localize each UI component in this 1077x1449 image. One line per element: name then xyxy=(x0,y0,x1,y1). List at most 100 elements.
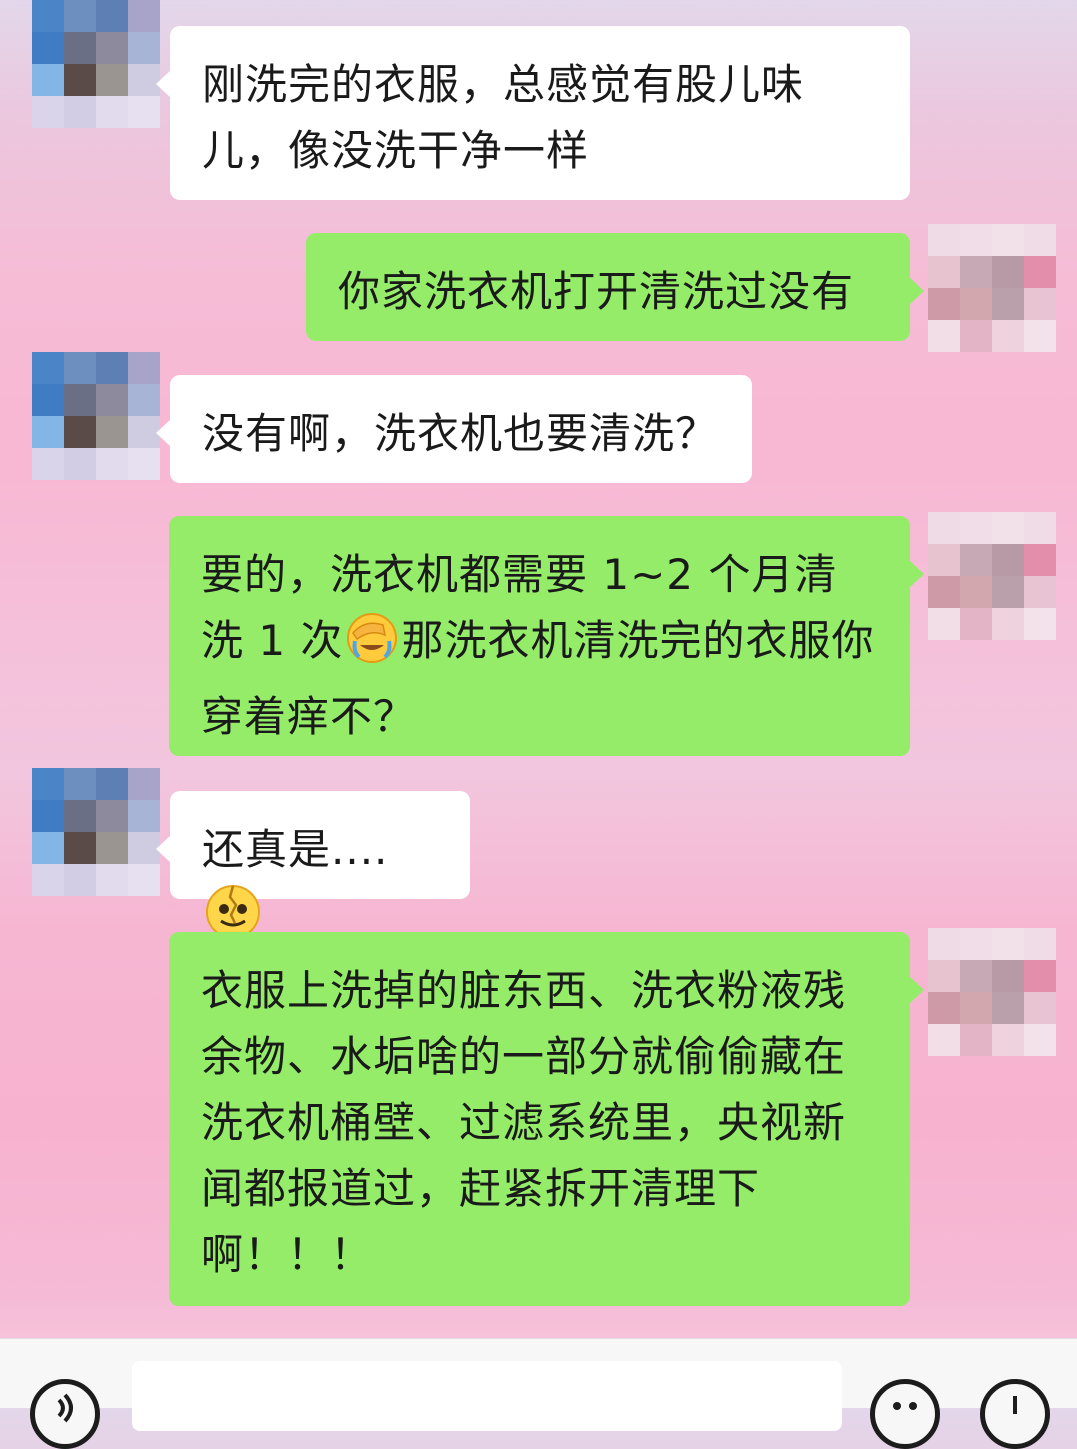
avatar-pixel xyxy=(128,96,160,128)
avatar-pixel xyxy=(928,544,960,576)
avatar-pixel xyxy=(32,32,64,64)
avatar-pixel xyxy=(96,0,128,32)
avatar-pixel xyxy=(1024,960,1056,992)
avatar-pixel xyxy=(64,96,96,128)
avatar-pixel xyxy=(64,864,96,896)
avatar-pixel xyxy=(928,576,960,608)
avatar-pixel xyxy=(928,320,960,352)
avatar-pixel xyxy=(96,800,128,832)
smiley-icon[interactable] xyxy=(870,1379,940,1449)
avatar-pixel xyxy=(1024,544,1056,576)
avatar-pixel xyxy=(96,64,128,96)
avatar-pixel xyxy=(128,384,160,416)
avatar-pixel xyxy=(96,384,128,416)
avatar-pixel xyxy=(96,864,128,896)
avatar-pixel xyxy=(960,512,992,544)
my-avatar[interactable] xyxy=(928,928,1056,1056)
avatar-pixel xyxy=(64,800,96,832)
my-avatar[interactable] xyxy=(928,224,1056,352)
avatar-pixel xyxy=(64,416,96,448)
avatar-pixel xyxy=(32,64,64,96)
avatar-pixel xyxy=(960,576,992,608)
avatar-pixel xyxy=(1024,608,1056,640)
message-text: 衣服上洗掉的脏东西、洗衣粉液残余物、水垢啥的一部分就偷偷藏在洗衣机桶壁、过滤系统… xyxy=(201,966,847,1279)
plus-icon[interactable] xyxy=(980,1379,1050,1449)
avatar-pixel xyxy=(928,928,960,960)
avatar-pixel xyxy=(1024,1024,1056,1056)
avatar-pixel xyxy=(1024,928,1056,960)
avatar-pixel xyxy=(32,448,64,480)
message-bubble-incoming[interactable]: 刚洗完的衣服，总感觉有股儿味儿，像没洗干净一样 xyxy=(156,26,910,200)
avatar-pixel xyxy=(992,960,1024,992)
message-text: 刚洗完的衣服，总感觉有股儿味儿，像没洗干净一样 xyxy=(202,60,805,175)
contact-avatar[interactable] xyxy=(32,352,160,480)
avatar-pixel xyxy=(992,992,1024,1024)
avatar-pixel xyxy=(64,768,96,800)
avatar-pixel xyxy=(960,1024,992,1056)
avatar-pixel xyxy=(960,224,992,256)
message-bubble-incoming[interactable]: 没有啊，洗衣机也要清洗？ xyxy=(156,375,752,483)
avatar-pixel xyxy=(32,384,64,416)
message-text: 没有啊，洗衣机也要清洗？ xyxy=(202,409,719,458)
avatar-pixel xyxy=(96,352,128,384)
avatar-pixel xyxy=(64,448,96,480)
avatar-pixel xyxy=(928,992,960,1024)
avatar-pixel xyxy=(1024,992,1056,1024)
avatar-pixel xyxy=(992,544,1024,576)
avatar-pixel xyxy=(992,288,1024,320)
avatar-pixel xyxy=(96,768,128,800)
avatar-pixel xyxy=(128,864,160,896)
message-bubble-outgoing[interactable]: 要的，洗衣机都需要 1~2 个月清洗 1 次 那洗衣机清洗完的衣服你穿着痒不？ xyxy=(169,516,924,756)
avatar-pixel xyxy=(1024,224,1056,256)
avatar-pixel xyxy=(128,800,160,832)
avatar-pixel xyxy=(1024,512,1056,544)
avatar-pixel xyxy=(32,832,64,864)
contact-avatar[interactable] xyxy=(32,768,160,896)
avatar-pixel xyxy=(992,512,1024,544)
message-text: 你家洗衣机打开清洗过没有 xyxy=(338,267,855,316)
avatar-pixel xyxy=(960,288,992,320)
avatar-pixel xyxy=(928,288,960,320)
avatar-pixel xyxy=(928,256,960,288)
avatar-pixel xyxy=(32,768,64,800)
avatar-pixel xyxy=(32,0,64,32)
avatar-pixel xyxy=(64,384,96,416)
avatar-pixel xyxy=(928,512,960,544)
message-bubble-incoming[interactable]: 还真是.... xyxy=(156,791,470,939)
avatar-pixel xyxy=(128,352,160,384)
message-bubble-outgoing[interactable]: 你家洗衣机打开清洗过没有 xyxy=(306,233,924,341)
avatar-pixel xyxy=(32,352,64,384)
message-bubble-outgoing[interactable]: 衣服上洗掉的脏东西、洗衣粉液残余物、水垢啥的一部分就偷偷藏在洗衣机桶壁、过滤系统… xyxy=(169,932,924,1306)
avatar-pixel xyxy=(960,544,992,576)
avatar-pixel xyxy=(32,800,64,832)
avatar-pixel xyxy=(32,416,64,448)
avatar-pixel xyxy=(64,64,96,96)
avatar-pixel xyxy=(64,0,96,32)
avatar-pixel xyxy=(128,32,160,64)
voice-icon[interactable] xyxy=(30,1379,100,1449)
avatar-pixel xyxy=(928,608,960,640)
avatar-pixel xyxy=(64,32,96,64)
chat-area: 刚洗完的衣服，总感觉有股儿味儿，像没洗干净一样 你家洗衣机打开清洗过没有 没有啊… xyxy=(0,0,1077,1338)
avatar-pixel xyxy=(992,928,1024,960)
avatar-pixel xyxy=(1024,576,1056,608)
avatar-pixel xyxy=(32,96,64,128)
my-avatar[interactable] xyxy=(928,512,1056,640)
avatar-pixel xyxy=(928,960,960,992)
avatar-pixel xyxy=(96,416,128,448)
avatar-pixel xyxy=(1024,288,1056,320)
avatar-pixel xyxy=(960,320,992,352)
avatar-pixel xyxy=(992,1024,1024,1056)
avatar-pixel xyxy=(960,608,992,640)
avatar-pixel xyxy=(960,256,992,288)
avatar-pixel xyxy=(96,96,128,128)
avatar-pixel xyxy=(64,832,96,864)
avatar-pixel xyxy=(1024,320,1056,352)
message-text: 还真是.... xyxy=(202,825,389,874)
avatar-pixel xyxy=(992,224,1024,256)
contact-avatar[interactable] xyxy=(32,0,160,128)
message-input[interactable] xyxy=(132,1361,842,1431)
chat-input-bar xyxy=(0,1338,1077,1449)
facepalm-crying-emoji-icon xyxy=(345,611,399,684)
avatar-pixel xyxy=(992,256,1024,288)
